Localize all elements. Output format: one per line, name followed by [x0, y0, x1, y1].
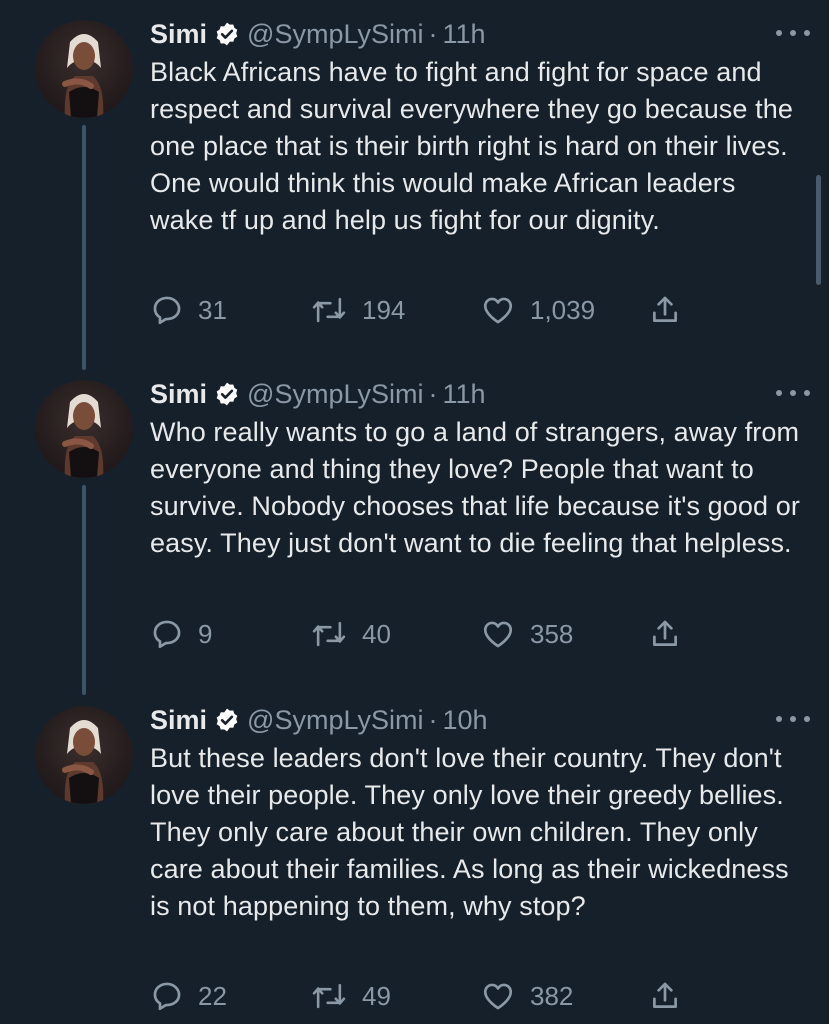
tweet[interactable]: Simi @SympLySimi · 10h But these leaders…	[0, 686, 829, 1024]
separator-dot: ·	[428, 704, 438, 735]
more-dots-icon[interactable]	[776, 708, 810, 730]
avatar[interactable]	[35, 706, 133, 804]
like-button[interactable]: 1,039	[480, 290, 595, 330]
separator-dot: ·	[428, 18, 438, 49]
author-name[interactable]: Simi	[150, 19, 207, 50]
tweet-actions: 22 49 382	[150, 976, 710, 1016]
share-button[interactable]	[648, 290, 682, 330]
like-count: 382	[530, 980, 574, 1011]
heart-icon	[483, 297, 513, 324]
share-icon	[653, 620, 677, 646]
tweet-text: Who really wants to go a land of strange…	[150, 417, 800, 558]
like-count: 358	[530, 618, 574, 649]
reply-button[interactable]: 31	[150, 290, 227, 330]
retweet-button[interactable]: 40	[310, 614, 391, 654]
share-icon	[653, 296, 677, 322]
heart-icon	[483, 983, 513, 1010]
avatar-image	[62, 394, 104, 478]
scrollbar[interactable]	[816, 175, 821, 285]
retweet-button[interactable]: 49	[310, 976, 391, 1016]
tweet-timestamp[interactable]: 11h	[442, 379, 485, 410]
tweet-text: Black Africans have to fight and fight f…	[150, 57, 793, 235]
reply-button[interactable]: 22	[150, 976, 227, 1016]
reply-icon	[153, 296, 181, 325]
retweet-icon	[312, 621, 346, 647]
author-handle[interactable]: @SympLySimi	[247, 19, 423, 50]
retweet-icon	[312, 297, 346, 323]
tweet-actions: 9 40 358	[150, 614, 710, 654]
share-icon	[653, 982, 677, 1008]
retweet-count: 49	[362, 980, 391, 1011]
tweet-actions: 31 194 1,039	[150, 290, 710, 330]
author-name[interactable]: Simi	[150, 379, 207, 410]
verified-badge-icon	[214, 21, 240, 47]
like-button[interactable]: 358	[480, 614, 573, 654]
retweet-count: 40	[362, 618, 391, 649]
retweet-count: 194	[362, 294, 406, 325]
verified-badge-icon	[214, 381, 240, 407]
reply-count: 9	[198, 618, 213, 649]
retweet-button[interactable]: 194	[310, 290, 405, 330]
tweet-header: Simi @SympLySimi · 11h	[150, 14, 800, 54]
more-dots-icon[interactable]	[776, 22, 810, 44]
tweet-text: But these leaders don't love their count…	[150, 743, 789, 921]
like-count: 1,039	[530, 294, 596, 325]
separator-dot: ·	[428, 378, 438, 409]
avatar[interactable]	[35, 380, 133, 478]
reply-icon	[153, 620, 181, 649]
reply-count: 31	[198, 294, 227, 325]
share-button[interactable]	[648, 976, 682, 1016]
reply-button[interactable]: 9	[150, 614, 212, 654]
retweet-icon	[312, 983, 346, 1009]
avatar[interactable]	[35, 20, 133, 118]
heart-icon	[483, 621, 513, 648]
reply-count: 22	[198, 980, 227, 1011]
tweet-body: Simi @SympLySimi · 11h Black Africans ha…	[150, 14, 810, 239]
tweet-body: Simi @SympLySimi · 11h Who really wants …	[150, 374, 810, 562]
tweet-body: Simi @SympLySimi · 10h But these leaders…	[150, 700, 810, 925]
verified-badge-icon	[214, 707, 240, 733]
tweet[interactable]: Simi @SympLySimi · 11h Black Africans ha…	[0, 0, 829, 360]
avatar-image	[62, 34, 104, 118]
author-handle[interactable]: @SympLySimi	[247, 705, 423, 736]
share-button[interactable]	[648, 614, 682, 654]
author-handle[interactable]: @SympLySimi	[247, 379, 423, 410]
tweet-header: Simi @SympLySimi · 10h	[150, 700, 800, 740]
reply-icon	[153, 982, 181, 1011]
more-dots-icon[interactable]	[776, 382, 810, 404]
tweet-timestamp[interactable]: 10h	[442, 705, 487, 736]
author-name[interactable]: Simi	[150, 705, 207, 736]
tweet-header: Simi @SympLySimi · 11h	[150, 374, 800, 414]
tweet-timestamp[interactable]: 11h	[442, 19, 485, 50]
like-button[interactable]: 382	[480, 976, 573, 1016]
avatar-image	[62, 720, 104, 804]
tweet[interactable]: Simi @SympLySimi · 11h Who really wants …	[0, 360, 829, 690]
tweet-thread: Simi @SympLySimi · 11h Black Africans ha…	[0, 0, 829, 1024]
